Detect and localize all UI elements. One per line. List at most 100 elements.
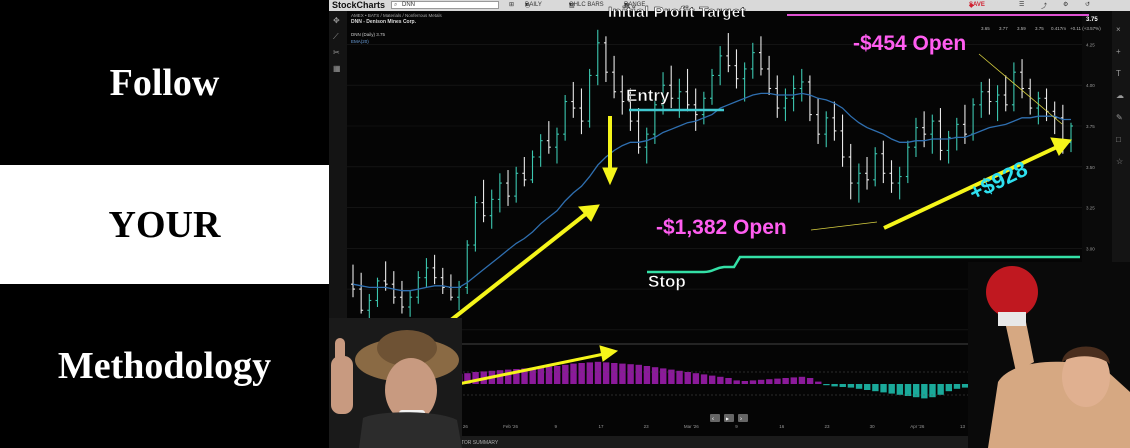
x-tick-label: 23	[824, 424, 830, 429]
hist-bar	[749, 380, 757, 384]
hist-bar	[839, 384, 846, 387]
hist-bar	[880, 384, 887, 393]
x-tick-label: 17	[598, 424, 604, 429]
initial-profit-target-label: Initial Profit Target	[608, 4, 746, 22]
legend-price: DNN (Daily) 3.75	[351, 32, 386, 37]
x-tick-label: 30	[870, 424, 876, 429]
hist-bar	[660, 368, 667, 384]
y-tick-label: 3.75	[1086, 124, 1095, 129]
methodology-text: Methodology	[57, 345, 272, 387]
hist-bar	[855, 384, 863, 389]
hist-bar	[717, 376, 724, 384]
thumb	[335, 338, 345, 362]
y-tick-label: 4.00	[1086, 83, 1095, 88]
hist-bar	[651, 367, 659, 384]
last-price-label: 3.75	[1086, 17, 1098, 23]
shirt	[359, 412, 462, 448]
hist-bar	[823, 384, 830, 386]
hist-bar	[831, 384, 838, 387]
hist-bar	[782, 378, 789, 384]
left-text-panel: Follow YOUR Methodology	[0, 0, 329, 448]
man-illustration	[329, 318, 462, 448]
exchange-line: AMEX • BATS / Materials / Nonferrous Met…	[351, 13, 443, 18]
x-tick-label: 23	[644, 424, 650, 429]
hist-bar	[619, 363, 626, 384]
hist-bar	[815, 381, 822, 384]
x-tick-label: 13	[960, 424, 966, 429]
stop-label: Stop	[648, 272, 686, 292]
hist-bar	[872, 384, 879, 392]
hist-bar	[733, 380, 740, 384]
hist-bar	[709, 375, 716, 384]
hist-bar	[741, 381, 749, 384]
hist-bar	[847, 384, 855, 388]
boxing-glove	[986, 266, 1038, 318]
hist-bar	[937, 384, 944, 395]
hist-bar	[725, 378, 732, 384]
scroll-left-icon: ‹	[712, 417, 714, 423]
scroll-right-icon: ›	[740, 417, 742, 423]
x-tick-label: Feb '26	[503, 424, 518, 429]
hist-bar	[611, 363, 618, 384]
hist-bar	[896, 384, 904, 395]
x-tick-label: 16	[779, 424, 785, 429]
legend-ema: EMA(20)	[351, 39, 369, 44]
boxer-photo	[968, 262, 1130, 448]
company-name: DNN - Denison Mines Corp.	[351, 19, 417, 25]
ohlc-readout: 3.65 3.77 3.59 3.75 0.417m +0.11 (+3.57%…	[981, 26, 1101, 31]
ohlc-change: +0.11 (+3.57%)	[1070, 26, 1101, 31]
hist-bar	[888, 384, 895, 394]
hist-bar	[774, 378, 781, 384]
ohlc-volume: 0.417m	[1051, 26, 1066, 31]
follow-band: Follow	[0, 0, 329, 165]
methodology-band: Methodology	[0, 284, 329, 448]
hist-bar	[798, 376, 806, 384]
x-tick-label: Apr '26	[910, 424, 925, 429]
ohlc-open: 3.65	[981, 26, 990, 31]
hist-bar	[627, 364, 634, 384]
hist-bar	[766, 379, 773, 384]
open-454-label: -$454 Open	[853, 32, 967, 55]
hist-bar	[921, 384, 928, 399]
follow-text: Follow	[109, 61, 220, 104]
boxer-illustration	[968, 262, 1130, 448]
hist-bar	[757, 379, 765, 384]
ohlc-low: 3.59	[1017, 26, 1026, 31]
hist-bar	[602, 362, 610, 384]
hist-bar	[790, 377, 797, 384]
hist-bar	[545, 366, 553, 384]
y-tick-label: 3.00	[1086, 246, 1095, 251]
hist-bar	[692, 373, 700, 384]
hist-bar	[864, 384, 871, 390]
hist-bar	[904, 384, 912, 396]
hist-bar	[586, 362, 594, 384]
your-text: YOUR	[108, 203, 221, 246]
hist-bar	[578, 363, 585, 384]
hist-bar	[945, 384, 953, 392]
y-tick-label: 4.25	[1086, 42, 1095, 47]
hist-bar	[570, 363, 577, 384]
y-tick-label: 3.25	[1086, 206, 1095, 211]
hist-bar	[537, 367, 545, 384]
hist-bar	[953, 384, 961, 389]
hist-bar	[684, 372, 691, 384]
ohlc-high: 3.77	[999, 26, 1008, 31]
arm	[331, 356, 353, 414]
y-tick-label: 3.50	[1086, 165, 1095, 170]
loss-open-label: -$1,382 Open	[656, 216, 787, 239]
play-icon: ▸	[726, 417, 729, 423]
hist-bar	[553, 366, 561, 384]
hist-bar	[806, 378, 814, 384]
thumbs-up-man-photo	[329, 318, 462, 448]
ohlc-close: 3.75	[1035, 26, 1044, 31]
hist-bar	[700, 374, 708, 384]
hist-bar	[643, 366, 651, 384]
hist-bar	[676, 370, 683, 384]
x-tick-label: Mar '26	[684, 424, 699, 429]
your-band: YOUR	[0, 165, 329, 284]
hist-bar	[562, 364, 569, 384]
hist-bar	[594, 361, 602, 384]
glove-cuff	[998, 312, 1026, 326]
x-tick-label: 26	[463, 424, 469, 429]
hist-bar	[635, 364, 642, 384]
